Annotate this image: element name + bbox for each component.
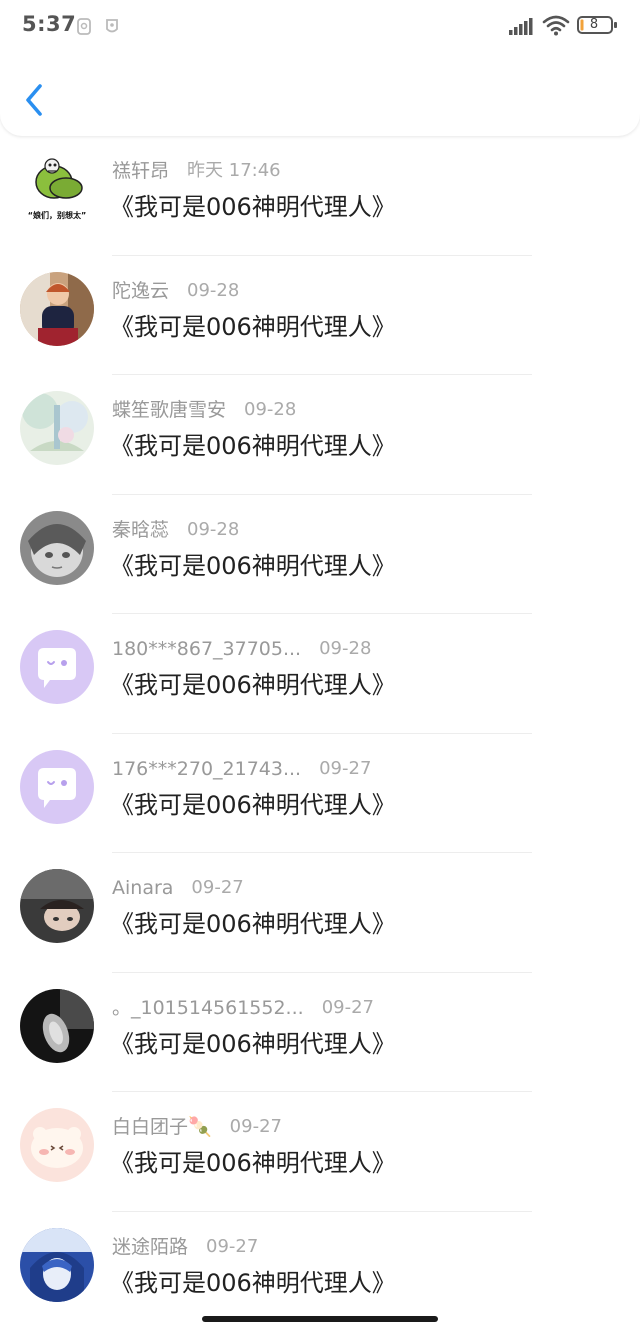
- timestamp: 09-28: [244, 399, 297, 420]
- item-meta: 迷途陌路 09-27: [112, 1234, 258, 1260]
- pastel-art-avatar: [20, 391, 94, 465]
- list-item[interactable]: 迷途陌路 09-27 《我可是006神明代理人》: [0, 1212, 640, 1332]
- item-meta: 陀逸云 09-28: [112, 278, 239, 304]
- timestamp: 09-27: [321, 996, 374, 1018]
- book-title[interactable]: 《我可是006神明代理人》: [110, 908, 396, 940]
- anime-avatar: [20, 1227, 94, 1302]
- book-title[interactable]: 《我可是006神明代理人》: [110, 1028, 396, 1060]
- list-item[interactable]: 陀逸云 09-28 《我可是006神明代理人》: [0, 256, 640, 375]
- username[interactable]: Ainara: [112, 875, 173, 901]
- cute-bun-avatar: [20, 1108, 94, 1182]
- item-meta: 180***867_37705... 09-28: [112, 636, 371, 662]
- timestamp: 09-28: [187, 518, 240, 540]
- reader-list: “娘们，别想太” 禚轩昂 昨天 17:46 《我可是006神明代理人》 陀逸云 09…: [0, 136, 640, 1331]
- avatar[interactable]: [20, 271, 94, 346]
- username[interactable]: 禚轩昂: [112, 158, 169, 184]
- status-time: 5:37: [22, 12, 77, 36]
- photo-avatar: [20, 988, 94, 1063]
- book-title[interactable]: 《我可是006神明代理人》: [110, 1267, 396, 1299]
- photo-avatar: [20, 869, 94, 943]
- list-item[interactable]: 白白团子🍡 09-27 《我可是006神明代理人》: [0, 1092, 640, 1212]
- avatar[interactable]: [20, 630, 94, 704]
- username[interactable]: 180***867_37705...: [112, 636, 301, 662]
- avatar[interactable]: [20, 749, 94, 824]
- wifi-icon: [542, 15, 570, 36]
- username[interactable]: 迷途陌路: [112, 1234, 188, 1260]
- list-item[interactable]: 176***270_21743... 09-27 《我可是006神明代理人》: [0, 734, 640, 853]
- back-button[interactable]: [18, 80, 52, 120]
- home-indicator[interactable]: [202, 1316, 438, 1322]
- header-bar: 5:37 8: [0, 0, 640, 136]
- avatar[interactable]: [20, 510, 94, 585]
- avatar[interactable]: [20, 391, 94, 465]
- book-title[interactable]: 《我可是006神明代理人》: [110, 430, 396, 462]
- username[interactable]: 176***270_21743...: [112, 756, 301, 782]
- default-chat-avatar: [20, 749, 94, 824]
- svg-text:“娘们，别想太”: “娘们，别想太”: [28, 210, 87, 220]
- list-item[interactable]: 秦晗蕊 09-28 《我可是006神明代理人》: [0, 495, 640, 614]
- book-title[interactable]: 《我可是006神明代理人》: [110, 191, 396, 223]
- item-meta: 蝶笙歌唐雪安 09-28: [112, 397, 296, 423]
- list-item[interactable]: “娘们，别想太” 禚轩昂 昨天 17:46 《我可是006神明代理人》: [0, 136, 640, 256]
- list-item[interactable]: 蝶笙歌唐雪安 09-28 《我可是006神明代理人》: [0, 375, 640, 495]
- username[interactable]: 。_101514561552...: [112, 995, 304, 1021]
- book-title[interactable]: 《我可是006神明代理人》: [110, 1147, 396, 1179]
- notification-icon: [77, 18, 91, 35]
- book-title[interactable]: 《我可是006神明代理人》: [110, 550, 396, 582]
- item-meta: Ainara 09-27: [112, 875, 244, 901]
- username[interactable]: 白白团子🍡: [112, 1114, 212, 1140]
- avatar[interactable]: [20, 988, 94, 1063]
- timestamp: 09-27: [319, 757, 372, 779]
- username[interactable]: 陀逸云: [112, 278, 169, 304]
- anime-avatar: [20, 510, 94, 585]
- avatar[interactable]: [20, 869, 94, 943]
- signal-icon: [509, 18, 533, 35]
- item-meta: 。_101514561552... 09-27: [112, 995, 374, 1021]
- battery-level: 8: [589, 17, 599, 32]
- status-bar: 5:37 8: [0, 0, 640, 52]
- meme-avatar-image: “娘们，别想太”: [20, 152, 94, 226]
- timestamp: 09-28: [319, 638, 372, 659]
- username[interactable]: 秦晗蕊: [112, 517, 169, 543]
- default-chat-avatar: [20, 630, 94, 704]
- timestamp: 09-27: [206, 1235, 259, 1257]
- book-title[interactable]: 《我可是006神明代理人》: [110, 311, 396, 343]
- list-item[interactable]: 。_101514561552... 09-27 《我可是006神明代理人》: [0, 973, 640, 1092]
- timestamp: 09-27: [191, 877, 244, 898]
- item-meta: 白白团子🍡 09-27: [112, 1114, 282, 1140]
- list-item[interactable]: 180***867_37705... 09-28 《我可是006神明代理人》: [0, 614, 640, 734]
- item-meta: 176***270_21743... 09-27: [112, 756, 371, 782]
- avatar[interactable]: [20, 1108, 94, 1182]
- avatar[interactable]: [20, 1227, 94, 1302]
- list-item[interactable]: Ainara 09-27 《我可是006神明代理人》: [0, 853, 640, 973]
- book-title[interactable]: 《我可是006神明代理人》: [110, 789, 396, 821]
- avatar[interactable]: “娘们，别想太”: [20, 152, 94, 226]
- child-photo-avatar: [20, 271, 94, 346]
- timestamp: 昨天 17:46: [187, 160, 281, 181]
- timestamp: 09-28: [187, 279, 240, 301]
- book-title[interactable]: 《我可是006神明代理人》: [110, 669, 396, 701]
- chevron-left-icon: [26, 84, 42, 116]
- item-meta: 秦晗蕊 09-28: [112, 517, 239, 543]
- item-meta: 禚轩昂 昨天 17:46: [112, 158, 281, 184]
- timestamp: 09-27: [229, 1116, 282, 1137]
- username[interactable]: 蝶笙歌唐雪安: [112, 397, 226, 423]
- app-notification-icon: [106, 19, 118, 33]
